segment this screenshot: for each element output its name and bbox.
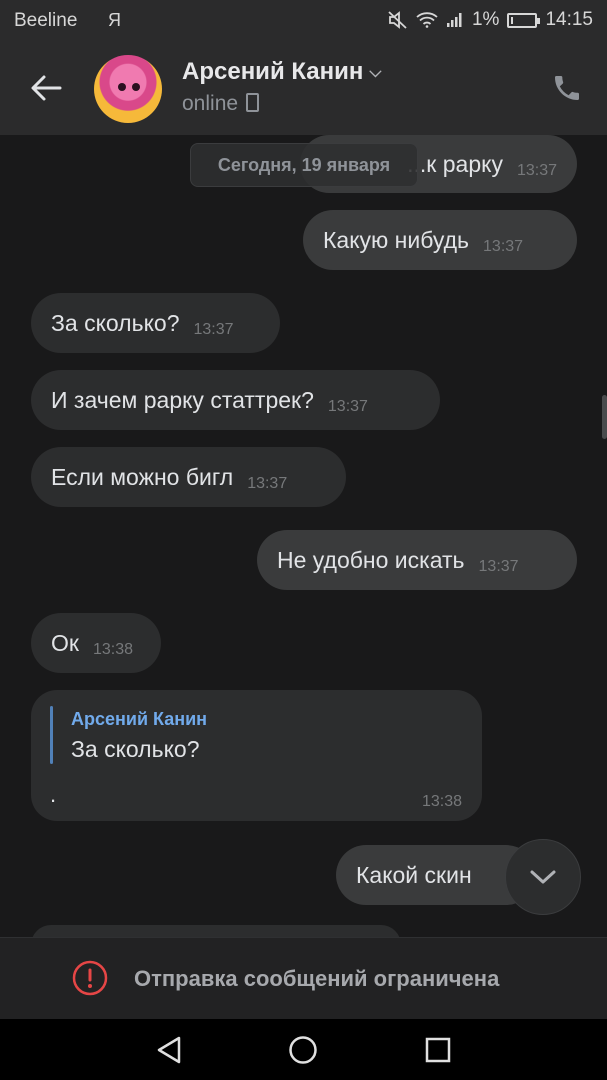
yandex-app-icon: Я	[108, 10, 121, 30]
message-list[interactable]: ...к рарку 13:37 Сегодня, 19 января Каку…	[0, 135, 607, 937]
date-divider: Сегодня, 19 января	[190, 143, 418, 187]
status-bar: Beeline Я 1% 14:15	[0, 0, 607, 42]
recents-square-icon[interactable]	[424, 1035, 452, 1065]
message-bubble[interactable]: Если можно бигл 13:37	[31, 447, 346, 507]
quote-bar	[50, 706, 53, 764]
quoted-author[interactable]: Арсений Канин	[71, 709, 207, 730]
message-text: Какую нибудь	[323, 226, 470, 253]
warning-icon	[72, 960, 108, 996]
clock: 14:15	[545, 9, 593, 30]
message-text: Не удобно искать	[277, 546, 465, 573]
message-time: 13:37	[193, 321, 234, 338]
contact-name[interactable]: Арсений Канин ⌵	[182, 58, 382, 86]
message-time: 13:37	[483, 238, 524, 255]
signal-icon	[446, 13, 462, 27]
message-text: ...к рарку	[407, 150, 503, 177]
mute-icon	[388, 11, 407, 29]
message-time: 13:37	[327, 398, 368, 415]
system-nav-bar	[0, 1019, 607, 1080]
restriction-banner: Отправка сообщений ограничена	[0, 937, 607, 1020]
message-bubble[interactable]: Не удобно искать 13:37	[257, 530, 577, 590]
message-time: 13:38	[92, 641, 133, 658]
message-bubble[interactable]: И зачем рарку статтрек? 13:37	[31, 370, 440, 430]
message-bubble[interactable]: За сколько? 13:37	[31, 293, 280, 353]
message-time: 13:37	[247, 475, 288, 492]
phone-call-icon[interactable]	[551, 72, 583, 104]
message-time: 13:37	[478, 558, 519, 575]
contact-status: online	[182, 92, 260, 116]
message-bubble[interactable]: Какую нибудь 13:37	[303, 210, 577, 270]
battery-icon	[507, 12, 541, 28]
back-arrow-icon[interactable]	[26, 68, 66, 108]
message-text: За сколько?	[51, 309, 180, 336]
scroll-down-button[interactable]	[505, 839, 581, 915]
message-time: 13:37	[516, 162, 557, 179]
message-text: Ок	[51, 629, 79, 656]
chevron-down-icon: ⌵	[369, 63, 382, 81]
scrollbar[interactable]	[602, 395, 607, 439]
restriction-text: Отправка сообщений ограничена	[134, 966, 500, 991]
chat-header: Арсений Канин ⌵ online	[0, 42, 607, 135]
carrier-label: Beeline	[14, 10, 78, 31]
message-text: Если можно бигл	[51, 463, 234, 490]
message-time: 13:38	[421, 793, 462, 810]
message-text: И зачем рарку статтрек?	[51, 386, 314, 413]
mobile-icon	[246, 93, 260, 112]
wifi-icon	[416, 12, 438, 28]
message-bubble[interactable]	[31, 925, 401, 937]
back-triangle-icon[interactable]	[155, 1035, 183, 1065]
reply-message-bubble[interactable]: Арсений Канин За сколько? . 13:38	[31, 690, 482, 821]
quoted-text: За сколько?	[71, 736, 200, 762]
home-circle-icon[interactable]	[288, 1035, 318, 1065]
message-bubble[interactable]: Ок 13:38	[31, 613, 161, 673]
message-text: Какой скин	[356, 861, 472, 888]
battery-percent: 1%	[471, 9, 500, 30]
message-text: .	[50, 782, 57, 807]
chevron-down-icon	[530, 870, 556, 884]
avatar[interactable]	[94, 55, 162, 123]
